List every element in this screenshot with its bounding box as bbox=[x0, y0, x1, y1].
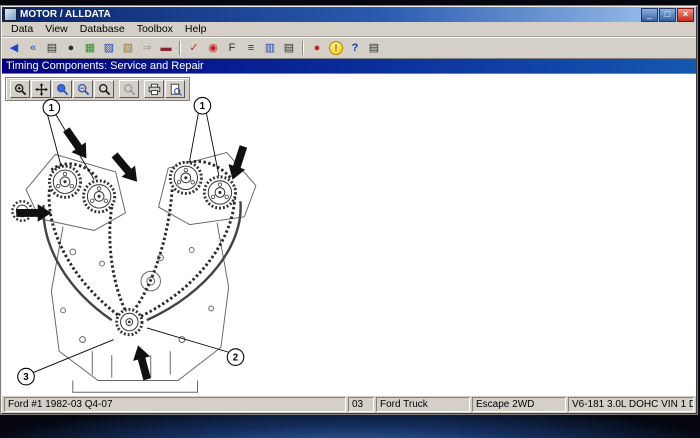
cam-sprocket-left-2 bbox=[84, 181, 115, 212]
pan-icon bbox=[35, 83, 48, 96]
zoom-window-icon bbox=[56, 83, 69, 96]
cam-sprocket-right-1 bbox=[170, 162, 201, 193]
close-button[interactable]: × bbox=[677, 8, 694, 22]
callout-1-left: 1 bbox=[43, 99, 60, 116]
zoom-fit-icon bbox=[98, 83, 111, 96]
status-panel-year: 03 bbox=[348, 397, 374, 412]
menu-toolbox[interactable]: Toolbox bbox=[131, 23, 179, 36]
print-page-icon[interactable]: ▤ bbox=[43, 39, 61, 56]
menu-database[interactable]: Database bbox=[74, 23, 131, 36]
brakes-icon[interactable]: ◉ bbox=[204, 39, 222, 56]
pointer-arrow-center-cam bbox=[108, 149, 144, 187]
app-icon bbox=[4, 8, 17, 21]
graphics-icon[interactable]: ▦ bbox=[81, 39, 99, 56]
callout-1-right: 1 bbox=[194, 97, 211, 114]
manual-icon[interactable]: ▬ bbox=[157, 39, 175, 56]
svg-text:1: 1 bbox=[49, 103, 55, 114]
status-panel-model: Escape 2WD bbox=[472, 397, 566, 412]
zoombar-separator bbox=[140, 82, 143, 96]
window-controls: _ □ × bbox=[641, 8, 694, 22]
zoom-out-icon bbox=[77, 83, 90, 96]
crank-sprocket bbox=[117, 309, 142, 334]
status-bar: Ford #1 1982-03 Q4-07 03 Ford Truck Esca… bbox=[2, 396, 696, 413]
history-back-icon[interactable]: « bbox=[24, 39, 42, 56]
menu-view[interactable]: View bbox=[39, 23, 74, 36]
tip-bulb-icon[interactable]: ! bbox=[327, 39, 345, 56]
minimize-button[interactable]: _ bbox=[641, 8, 658, 22]
toolbar-separator bbox=[302, 41, 304, 55]
status-panel-make: Ford Truck bbox=[376, 397, 470, 412]
trace-icon[interactable]: ⇒ bbox=[138, 39, 156, 56]
toolbar-separator bbox=[179, 41, 181, 55]
svg-text:1: 1 bbox=[200, 101, 206, 112]
zoom-previous-icon bbox=[123, 83, 136, 96]
data-view-icon[interactable]: ▨ bbox=[100, 39, 118, 56]
svg-text:3: 3 bbox=[23, 372, 29, 383]
menu-help[interactable]: Help bbox=[179, 23, 213, 36]
camera-icon[interactable]: ● bbox=[62, 39, 80, 56]
pointer-arrow-crank bbox=[130, 343, 156, 381]
print-article-icon[interactable]: ▤ bbox=[365, 39, 383, 56]
svg-text:2: 2 bbox=[233, 353, 239, 364]
maximize-button[interactable]: □ bbox=[659, 8, 676, 22]
printer-icon[interactable]: ▤ bbox=[280, 39, 298, 56]
print-preview-icon bbox=[169, 83, 182, 96]
notes-icon[interactable]: ▧ bbox=[119, 39, 137, 56]
desktop-background: MOTOR / ALLDATA _ □ × Data View Database… bbox=[0, 0, 700, 438]
status-panel-source: Ford #1 1982-03 Q4-07 bbox=[4, 397, 346, 412]
alert-icon[interactable]: ● bbox=[308, 39, 326, 56]
window-title: MOTOR / ALLDATA bbox=[20, 8, 638, 22]
zoombar-separator bbox=[115, 82, 118, 96]
back-icon[interactable]: ◀ bbox=[5, 39, 23, 56]
pages-icon[interactable]: ▥ bbox=[261, 39, 279, 56]
vin-check-icon[interactable]: ✓ bbox=[185, 39, 203, 56]
title-bar[interactable]: MOTOR / ALLDATA _ □ × bbox=[2, 7, 696, 22]
main-toolbar: ◀ « ▤ ● ▦ ▨ ▧ ⇒ ▬ ✓ ◉ F ≡ ▥ ▤ ● ! ? ▤ bbox=[2, 37, 696, 59]
help-icon[interactable]: ? bbox=[346, 39, 364, 56]
callout-3: 3 bbox=[18, 368, 35, 385]
cam-sprocket-left-1 bbox=[49, 166, 80, 197]
menu-bar: Data View Database Toolbox Help bbox=[2, 22, 696, 37]
app-window: MOTOR / ALLDATA _ □ × Data View Database… bbox=[1, 6, 697, 414]
fluid-specs-icon[interactable]: F bbox=[223, 39, 241, 56]
content-area: 1 1 2 3 bbox=[2, 73, 696, 396]
status-panel-engine: V6-181 3.0L DOHC VIN 1 Duratec bbox=[568, 397, 694, 412]
engine-timing-diagram: 1 1 2 3 bbox=[2, 96, 280, 396]
menu-data[interactable]: Data bbox=[5, 23, 39, 36]
cam-sprocket-right-2 bbox=[204, 177, 235, 208]
callout-2: 2 bbox=[227, 349, 244, 366]
section-header: Timing Components: Service and Repair bbox=[2, 59, 696, 73]
zoom-in-icon bbox=[14, 83, 27, 96]
print-icon bbox=[148, 83, 161, 96]
text-list-icon[interactable]: ≡ bbox=[242, 39, 260, 56]
